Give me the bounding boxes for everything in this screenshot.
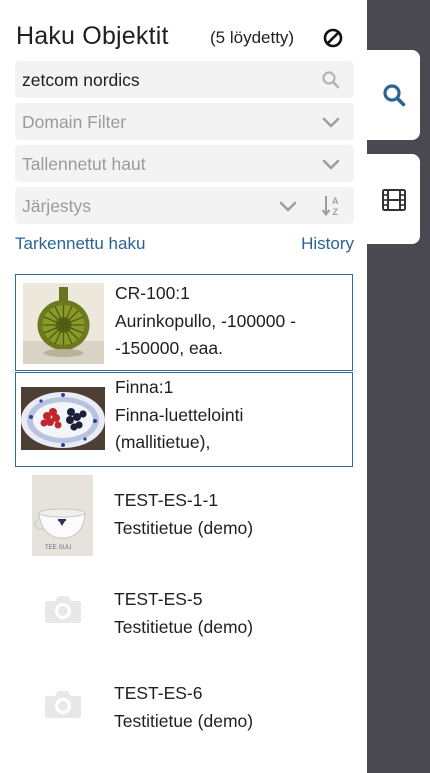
panel-header: Haku Objektit (5 löydetty) [16, 22, 352, 54]
domain-filter-select[interactable]: Domain Filter [15, 103, 354, 140]
history-link[interactable]: History [301, 234, 354, 254]
result-title: Testitietue (demo) [114, 517, 254, 538]
result-title: Finna-luettelointi [115, 404, 244, 425]
result-item[interactable]: TEE·SUU TEST-ES-1-1 Testitietue (demo) [15, 472, 353, 560]
result-title: Testitietue (demo) [114, 616, 254, 637]
result-title: Testitietue (demo) [114, 710, 254, 731]
result-thumbnail: TEE·SUU [32, 475, 93, 556]
result-item[interactable]: CR-100:1 Aurinkopullo, -100000 - -150000… [15, 274, 353, 371]
result-item[interactable]: Finna:1 Finna-luettelointi (mallitietue)… [15, 372, 353, 467]
result-id: TEST-ES-1-1 [114, 490, 219, 510]
camera-placeholder-icon [43, 688, 83, 720]
search-links: Tarkennettu haku History [15, 234, 354, 256]
result-item[interactable]: TEST-ES-6 Testitietue (demo) [15, 666, 353, 754]
search-panel: Haku Objektit (5 löydetty) zetcom nordic… [0, 0, 367, 773]
chevron-down-icon[interactable] [321, 154, 341, 174]
result-id: TEST-ES-6 [114, 683, 203, 703]
search-icon [383, 84, 406, 107]
result-id: CR-100:1 [115, 283, 190, 303]
sort-placeholder: Järjestys [22, 196, 92, 216]
tab-search[interactable] [367, 50, 420, 140]
advanced-search-link[interactable]: Tarkennettu haku [15, 234, 145, 254]
result-title: Aurinkopullo, -100000 - [115, 310, 296, 331]
result-text: TEST-ES-1-1 Testitietue (demo) [114, 487, 253, 542]
result-text: CR-100:1 Aurinkopullo, -100000 - -150000… [115, 280, 296, 363]
svg-text:TEE·SUU: TEE·SUU [45, 545, 71, 551]
sort-select[interactable]: Järjestys A Z [15, 187, 354, 224]
saved-searches-select[interactable]: Tallennetut haut [15, 145, 354, 182]
result-thumbnail [21, 387, 105, 450]
domain-filter-placeholder: Domain Filter [22, 112, 127, 132]
result-title-cont: (mallitietue), [115, 432, 211, 452]
search-input-value[interactable]: zetcom nordics [22, 70, 140, 91]
result-text: TEST-ES-5 Testitietue (demo) [114, 586, 253, 641]
camera-placeholder-icon [43, 593, 83, 625]
tab-media[interactable] [367, 154, 420, 244]
result-item[interactable]: TEST-ES-5 Testitietue (demo) [15, 570, 353, 658]
result-text: TEST-ES-6 Testitietue (demo) [114, 680, 253, 735]
svg-text:A: A [332, 196, 339, 206]
result-count: (5 löydetty) [210, 28, 295, 47]
sort-alpha-icon[interactable]: A Z [321, 194, 343, 218]
chevron-down-icon[interactable] [321, 112, 341, 132]
film-icon [382, 189, 406, 211]
search-input[interactable]: zetcom nordics [15, 61, 354, 98]
saved-searches-placeholder: Tallennetut haut [22, 154, 146, 174]
block-icon[interactable] [322, 27, 344, 49]
svg-text:Z: Z [333, 207, 339, 217]
result-id: Finna:1 [115, 377, 174, 397]
chevron-down-icon[interactable] [278, 196, 298, 216]
result-thumbnail [23, 283, 104, 364]
result-text: Finna:1 Finna-luettelointi (mallitietue)… [115, 374, 243, 457]
result-id: TEST-ES-5 [114, 589, 203, 609]
panel-title: Haku Objektit [16, 22, 169, 50]
search-icon[interactable] [321, 70, 341, 90]
result-title-cont: -150000, eaa. [115, 338, 224, 358]
